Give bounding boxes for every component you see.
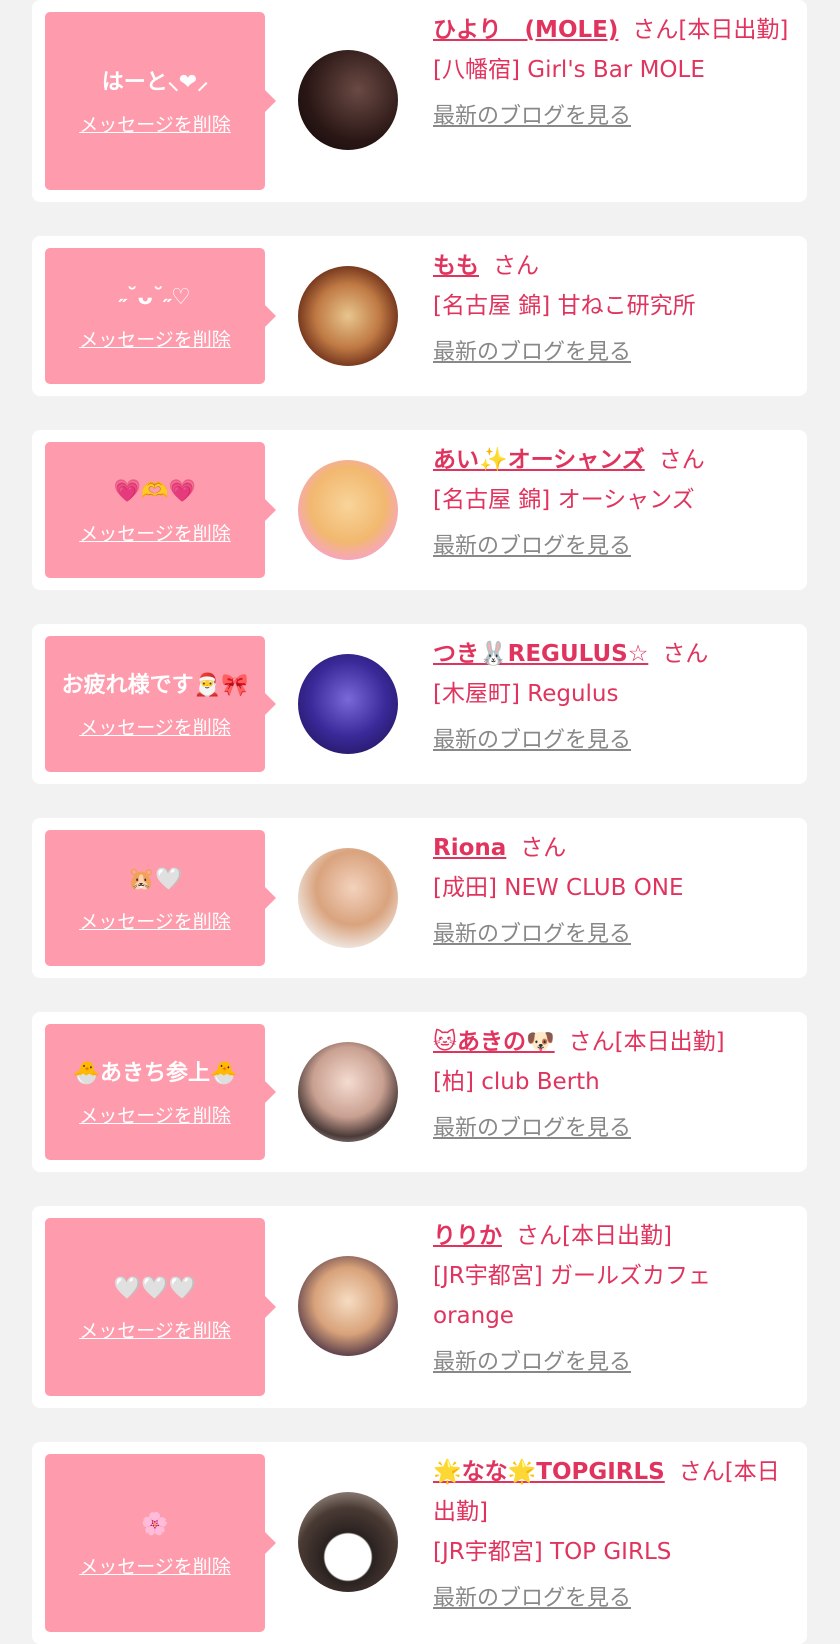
shop-info: [名古屋 錦] オーシャンズ: [433, 487, 695, 513]
message-bubble: 💗🫶💗 メッセージを削除: [45, 442, 276, 578]
message-text: はーと⸜❤︎⸝: [101, 69, 209, 95]
view-blog-link[interactable]: 最新のブログを見る: [433, 334, 631, 372]
delete-message-link[interactable]: メッセージを削除: [79, 1101, 231, 1128]
cast-name-link[interactable]: もも: [433, 253, 479, 279]
cast-name-link[interactable]: つき🐰REGULUS☆: [433, 641, 648, 667]
view-blog-link[interactable]: 最新のブログを見る: [433, 1110, 631, 1148]
cast-suffix: さん: [493, 253, 539, 279]
shop-info: [成田] NEW CLUB ONE: [433, 875, 684, 901]
view-blog-link[interactable]: 最新のブログを見る: [433, 1344, 631, 1382]
favorite-card: お疲れ様です🎅🎀 メッセージを削除 つき🐰REGULUS☆ さん [木屋町] Re…: [32, 624, 807, 784]
message-bubble: 🐣あきち参上🐣 メッセージを削除: [45, 1024, 276, 1160]
message-bubble: ˶˘ᴗ˘˶♡ メッセージを削除: [45, 248, 276, 384]
cast-name-link[interactable]: Riona: [433, 835, 506, 861]
cast-suffix: さん: [520, 835, 567, 861]
cast-name-link[interactable]: 🐱あきの🐶: [433, 1029, 555, 1055]
cast-suffix: さん[本日出勤]: [632, 17, 789, 43]
shop-info: [JR宇都宮] ガールズカフェ orange: [433, 1263, 712, 1329]
delete-message-link[interactable]: メッセージを削除: [79, 907, 231, 934]
cast-name-link[interactable]: ひより (MOLE): [433, 17, 618, 43]
avatar[interactable]: [298, 1042, 398, 1142]
favorite-card: 🌸 メッセージを削除 🌟なな🌟TOPGIRLS さん[本日出勤] [JR宇都宮] …: [32, 1442, 807, 1644]
delete-message-link[interactable]: メッセージを削除: [79, 325, 231, 352]
favorite-card: 🐣あきち参上🐣 メッセージを削除 🐱あきの🐶 さん[本日出勤] [柏] club …: [32, 1012, 807, 1172]
view-blog-link[interactable]: 最新のブログを見る: [433, 98, 631, 136]
view-blog-link[interactable]: 最新のブログを見る: [433, 722, 631, 760]
message-text: ˶˘ᴗ˘˶♡: [119, 284, 191, 310]
favorite-card: はーと⸜❤︎⸝ メッセージを削除 ひより (MOLE) さん[本日出勤] [八幡宿…: [32, 0, 807, 202]
avatar[interactable]: [298, 848, 398, 948]
favorite-list: はーと⸜❤︎⸝ メッセージを削除 ひより (MOLE) さん[本日出勤] [八幡宿…: [0, 0, 840, 1644]
view-blog-link[interactable]: 最新のブログを見る: [433, 528, 631, 566]
message-bubble: 🐹🤍 メッセージを削除: [45, 830, 276, 966]
view-blog-link[interactable]: 最新のブログを見る: [433, 1580, 631, 1618]
delete-message-link[interactable]: メッセージを削除: [79, 1316, 231, 1343]
message-text: 🤍🤍🤍: [113, 1275, 197, 1301]
cast-suffix: さん[本日出勤]: [568, 1029, 725, 1055]
message-bubble: お疲れ様です🎅🎀 メッセージを削除: [45, 636, 276, 772]
cast-name-link[interactable]: 🌟なな🌟TOPGIRLS: [433, 1459, 665, 1485]
delete-message-link[interactable]: メッセージを削除: [79, 519, 231, 546]
favorite-card: 💗🫶💗 メッセージを削除 あい✨オーシャンズ さん [名古屋 錦] オーシャンズ …: [32, 430, 807, 590]
shop-info: [柏] club Berth: [433, 1069, 600, 1095]
cast-name-link[interactable]: あい✨オーシャンズ: [433, 447, 645, 473]
delete-message-link[interactable]: メッセージを削除: [79, 1552, 231, 1579]
avatar[interactable]: [298, 50, 398, 150]
avatar[interactable]: [298, 460, 398, 560]
favorite-card: 🐹🤍 メッセージを削除 Riona さん [成田] NEW CLUB ONE 最新…: [32, 818, 807, 978]
message-text: 🌸: [141, 1511, 169, 1537]
message-text: 🐣あきち参上🐣: [72, 1060, 238, 1086]
message-bubble: 🤍🤍🤍 メッセージを削除: [45, 1218, 276, 1396]
favorite-card: ˶˘ᴗ˘˶♡ メッセージを削除 もも さん [名古屋 錦] 甘ねこ研究所 最新のブ…: [32, 236, 807, 396]
message-text: お疲れ様です🎅🎀: [61, 672, 249, 698]
avatar[interactable]: [298, 266, 398, 366]
delete-message-link[interactable]: メッセージを削除: [79, 110, 231, 137]
message-bubble: 🌸 メッセージを削除: [45, 1454, 276, 1632]
cast-suffix: さん: [662, 641, 709, 667]
message-text: 💗🫶💗: [113, 478, 197, 504]
message-text: 🐹🤍: [127, 866, 183, 892]
message-bubble: はーと⸜❤︎⸝ メッセージを削除: [45, 12, 276, 190]
cast-suffix: さん[本日出勤]: [516, 1223, 672, 1249]
shop-info: [木屋町] Regulus: [433, 681, 619, 707]
favorite-card: 🤍🤍🤍 メッセージを削除 りりか さん[本日出勤] [JR宇都宮] ガールズカフェ…: [32, 1206, 807, 1408]
avatar[interactable]: [298, 1492, 398, 1592]
delete-message-link[interactable]: メッセージを削除: [79, 713, 231, 740]
shop-info: [名古屋 錦] 甘ねこ研究所: [433, 293, 696, 319]
shop-info: [八幡宿] Girl's Bar MOLE: [433, 57, 705, 83]
avatar[interactable]: [298, 654, 398, 754]
shop-info: [JR宇都宮] TOP GIRLS: [433, 1539, 672, 1565]
cast-name-link[interactable]: りりか: [433, 1223, 502, 1249]
cast-suffix: さん: [658, 447, 705, 473]
view-blog-link[interactable]: 最新のブログを見る: [433, 916, 631, 954]
avatar[interactable]: [298, 1256, 398, 1356]
